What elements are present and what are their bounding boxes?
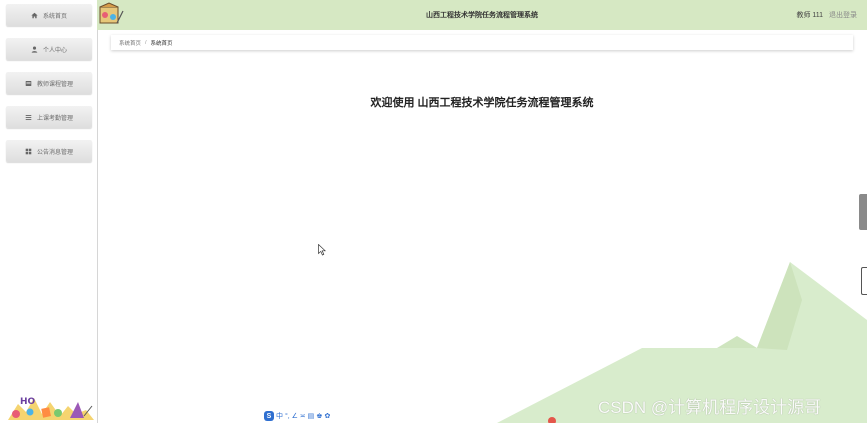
- page-title: 山西工程技术学院任务流程管理系统: [426, 12, 538, 19]
- svg-text:HO: HO: [20, 397, 36, 407]
- sidebar-item-label: 个人中心: [42, 47, 67, 54]
- ime-toolbar-icons[interactable]: 中 °, ∠ ≍ ▤ ♚ ✿: [276, 411, 330, 421]
- sidebar-item-label: 上课考勤管理: [36, 115, 73, 122]
- breadcrumb-current: 系统首页: [150, 40, 173, 47]
- sidebar-decorative-logo: HO: [8, 397, 94, 420]
- sidebar-item-home[interactable]: 系统首页: [6, 4, 92, 26]
- breadcrumb: 系统首页 / 系统首页: [111, 35, 853, 50]
- grid-icon: [25, 148, 32, 155]
- sidebar-item-label: 教师课程管理: [36, 81, 73, 88]
- home-icon: [31, 12, 38, 19]
- user-icon: [31, 46, 38, 53]
- breadcrumb-root[interactable]: 系统首页: [119, 39, 141, 47]
- welcome-heading: 欢迎使用 山西工程技术学院任务流程管理系统: [370, 97, 594, 109]
- sidebar-item-announcements[interactable]: 公告消息管理: [6, 140, 92, 162]
- watermark: CSDN @计算机程序设计源哥: [598, 398, 822, 417]
- ime-logo-icon[interactable]: S: [264, 411, 274, 421]
- breadcrumb-separator: /: [145, 39, 147, 46]
- right-edge-tab[interactable]: [859, 194, 867, 230]
- menu-icon: [25, 114, 32, 121]
- ime-toolbar[interactable]: S 中 °, ∠ ≍ ▤ ♚ ✿: [264, 410, 330, 422]
- logout-link[interactable]: 退出登录: [829, 12, 857, 19]
- user-area: 教师 111 退出登录: [796, 10, 857, 20]
- sidebar: 系统首页 个人中心 教师课程管理 上课考勤管理 公告消息管理 HO: [0, 0, 98, 423]
- sidebar-item-attendance[interactable]: 上课考勤管理: [6, 106, 92, 128]
- sidebar-item-profile[interactable]: 个人中心: [6, 38, 92, 60]
- sidebar-item-courses[interactable]: 教师课程管理: [6, 72, 92, 94]
- sidebar-item-label: 系统首页: [42, 13, 67, 20]
- sidebar-item-label: 公告消息管理: [36, 149, 73, 156]
- background-mountains: [497, 262, 867, 423]
- top-header: 山西工程技术学院任务流程管理系统 教师 111 退出登录: [97, 0, 867, 30]
- mouse-cursor-icon: [318, 244, 326, 256]
- list-icon: [25, 80, 32, 87]
- right-edge-handle[interactable]: [861, 267, 867, 295]
- user-label: 教师 111: [796, 12, 824, 19]
